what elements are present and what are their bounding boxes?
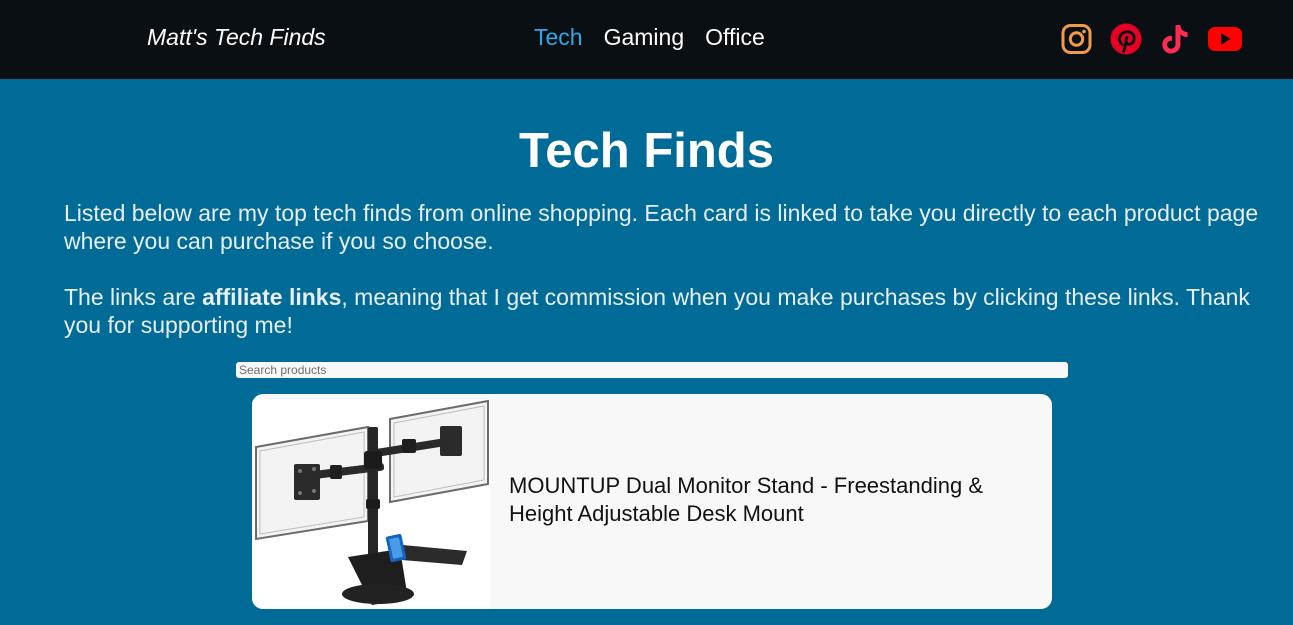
tiktok-icon: [1162, 25, 1188, 54]
affiliate-links-emphasis: affiliate links: [202, 284, 342, 310]
instagram-icon: [1061, 24, 1092, 54]
nav-link-gaming[interactable]: Gaming: [604, 24, 685, 51]
brand-link[interactable]: Matt's Tech Finds: [147, 24, 326, 51]
affiliate-disclaimer: The links are affiliate links, meaning t…: [64, 283, 1264, 339]
instagram-link[interactable]: [1060, 22, 1093, 56]
product-title: MOUNTUP Dual Monitor Stand - Freestandin…: [509, 473, 983, 526]
intro-text: Listed below are my top tech finds from …: [64, 199, 1264, 339]
intro-paragraph: Listed below are my top tech finds from …: [64, 200, 1259, 254]
pinterest-icon: [1110, 23, 1142, 55]
monitor-stand-image: [255, 399, 489, 605]
navbar: Matt's Tech Finds Tech Gaming Office: [0, 0, 1293, 79]
social-links: [1060, 22, 1243, 56]
youtube-link[interactable]: [1207, 22, 1243, 56]
product-card[interactable]: MOUNTUP Dual Monitor Stand - Freestandin…: [252, 394, 1052, 609]
pinterest-link[interactable]: [1109, 22, 1143, 56]
page-title: Tech Finds: [518, 124, 774, 178]
tiktok-link[interactable]: [1159, 22, 1191, 56]
product-image: [252, 399, 490, 609]
nav-link-office[interactable]: Office: [705, 24, 765, 51]
disclaimer-text-start: The links are: [64, 284, 203, 310]
youtube-icon: [1208, 27, 1242, 51]
main-nav: Tech Gaming Office: [534, 24, 765, 51]
search-input[interactable]: [236, 362, 1068, 378]
nav-link-tech[interactable]: Tech: [534, 24, 583, 51]
